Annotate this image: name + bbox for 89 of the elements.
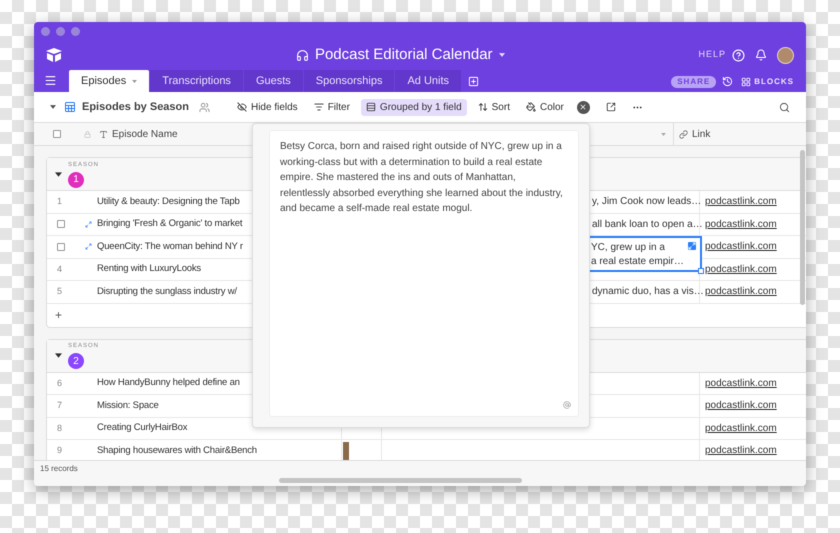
close-icon <box>579 103 588 111</box>
link-text[interactable]: podcastlink.com <box>705 239 777 254</box>
toolbar-button[interactable]: Grouped by 1 field <box>360 98 467 116</box>
episode-name: Shaping housewares with Chair&Bench <box>97 444 257 456</box>
row-checkbox[interactable] <box>57 242 65 251</box>
lock-icon <box>84 130 91 138</box>
caret-icon <box>661 132 666 136</box>
toolbar-button[interactable]: Color <box>520 98 569 116</box>
expand-record-icon[interactable] <box>606 102 616 112</box>
resize-handle[interactable] <box>698 268 704 274</box>
episode-name: Bringing 'Fresh & Organic' to market <box>97 218 242 230</box>
blocks-button[interactable]: BLOCKS <box>754 76 794 88</box>
link-text[interactable]: podcastlink.com <box>705 216 777 232</box>
notifications-icon[interactable] <box>755 49 767 61</box>
history-icon[interactable] <box>722 76 734 87</box>
link-text[interactable]: podcastlink.com <box>705 376 777 391</box>
row-number: 6 <box>57 376 62 390</box>
expand-row-icon[interactable] <box>85 220 92 228</box>
paint-bucket-icon <box>526 102 536 112</box>
toolbar-button[interactable]: Sort <box>472 98 515 116</box>
link-text[interactable]: podcastlink.com <box>705 194 777 210</box>
caret-icon <box>498 53 505 57</box>
tab[interactable]: Ad Units <box>395 70 462 92</box>
row-number: 7 <box>57 399 62 412</box>
description-text: y, Jim Cook now leads… <box>592 195 702 210</box>
link-text[interactable]: podcastlink.com <box>705 398 777 414</box>
row-number: 5 <box>57 285 62 298</box>
help-icon[interactable] <box>732 48 745 62</box>
tab[interactable]: Transcriptions <box>150 70 243 92</box>
eye-off-icon <box>236 102 247 112</box>
description-text: all bank loan to open a… <box>592 218 703 232</box>
link-text[interactable]: podcastlink.com <box>705 262 777 277</box>
row-number: 9 <box>57 444 62 457</box>
select-all-checkbox[interactable] <box>53 130 61 138</box>
sort-icon <box>478 102 488 112</box>
season-badge: 2 <box>68 353 84 369</box>
avatar[interactable] <box>777 46 794 64</box>
help-link[interactable]: HELP <box>698 48 726 62</box>
episode-name: Renting with LuxuryLooks <box>97 263 201 274</box>
toolbar-button[interactable]: Hide fields <box>232 98 303 116</box>
collapse-caret-icon <box>55 172 62 176</box>
episode-name: QueenCity: The woman behind NY r <box>97 240 243 252</box>
window-title[interactable]: Podcast Editorial Calendar <box>314 44 493 66</box>
collapse-caret-icon <box>55 353 62 358</box>
description-text: dynamic duo, has a vis… <box>592 285 704 300</box>
menu-icon[interactable] <box>44 74 57 87</box>
caret-icon <box>132 80 138 82</box>
caret-icon <box>50 105 56 109</box>
row-number: 1 <box>57 195 62 208</box>
scrollbar[interactable] <box>800 150 805 305</box>
blocks-icon[interactable] <box>741 77 752 87</box>
filter-icon <box>314 102 324 112</box>
headphones-icon <box>296 48 309 62</box>
tab[interactable]: Episodes <box>69 70 150 92</box>
add-tab-icon[interactable] <box>468 76 480 87</box>
tab[interactable]: Sponsorships <box>304 70 394 92</box>
photo-placeholder <box>343 442 349 460</box>
row-number: 4 <box>57 262 62 276</box>
episode-name: Disrupting the sunglass industry w/ <box>97 286 237 297</box>
grid-view-icon[interactable] <box>64 101 76 113</box>
toolbar-button[interactable]: Filter <box>308 98 355 116</box>
logo-icon[interactable] <box>46 48 62 62</box>
episode-name: Creating CurlyHairBox <box>97 422 188 434</box>
column-header[interactable]: Link <box>692 126 710 142</box>
expand-row-icon[interactable] <box>85 243 92 250</box>
mention-icon[interactable] <box>563 401 571 409</box>
rows-icon <box>366 102 376 112</box>
season-badge: 1 <box>68 172 84 188</box>
add-row-button[interactable]: + <box>55 306 62 324</box>
search-icon[interactable] <box>779 102 790 112</box>
expand-cell-icon[interactable] <box>688 242 696 250</box>
episode-name: Utility & beauty: Designing the Tapb <box>97 196 240 207</box>
long-text-field[interactable]: Betsy Corca, born and raised right outside of NYC, grew up in a working-class but with a determination to build a real estate empire. She mastered the ins and outs of Manhattan, relentlessly absorbed everything she learned about the industry, and became a self-made real estate mogul. <box>269 130 579 417</box>
text-type-icon <box>99 130 108 138</box>
close-button[interactable] <box>576 100 590 114</box>
scrollbar[interactable] <box>279 478 522 483</box>
row-number: 8 <box>57 422 62 434</box>
episode-name: Mission: Space <box>97 400 159 411</box>
row-checkbox[interactable] <box>57 220 65 228</box>
link-text[interactable]: podcastlink.com <box>705 443 777 458</box>
episode-name: How HandyBunny helped define an <box>97 377 240 388</box>
tab[interactable]: Guests <box>244 70 303 92</box>
view-name[interactable]: Episodes by Season <box>82 98 189 116</box>
link-text[interactable]: podcastlink.com <box>705 420 777 436</box>
users-icon[interactable] <box>198 102 210 112</box>
record-count: 15 records <box>40 463 78 475</box>
link-text[interactable]: podcastlink.com <box>705 284 777 300</box>
link-icon <box>679 130 688 138</box>
column-header[interactable]: Episode Name <box>112 126 178 142</box>
